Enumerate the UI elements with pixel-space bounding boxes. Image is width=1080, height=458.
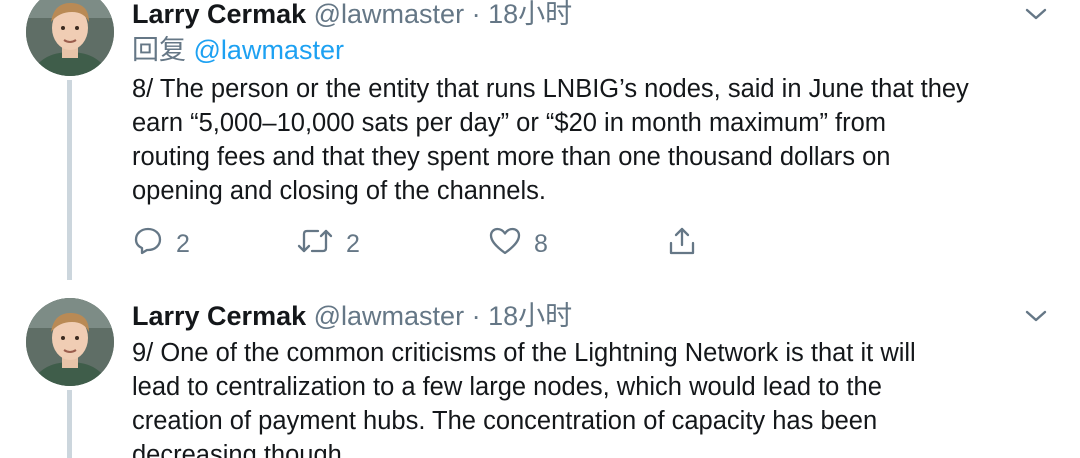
- tweet-text: 9/ One of the common criticisms of the L…: [132, 339, 916, 458]
- tweet-timestamp[interactable]: 18小时: [488, 301, 572, 331]
- author-name[interactable]: Larry Cermak: [132, 0, 306, 29]
- author-name[interactable]: Larry Cermak: [132, 301, 306, 331]
- thread-line: [67, 80, 72, 280]
- author-handle[interactable]: @lawmaster: [314, 301, 464, 331]
- tweet-text: 8/ The person or the entity that runs LN…: [132, 75, 969, 205]
- separator-dot: ·: [471, 301, 481, 331]
- author-handle[interactable]: @lawmaster: [314, 0, 464, 29]
- retweet-arrows-icon: [296, 225, 334, 264]
- chevron-down-icon[interactable]: [1022, 4, 1050, 24]
- tweet-actions: 2 2 8: [132, 224, 832, 264]
- replying-to: 回复 @lawmaster: [132, 32, 344, 68]
- reply-to-link[interactable]: @lawmaster: [194, 35, 344, 65]
- avatar[interactable]: [26, 0, 114, 76]
- separator-dot: ·: [471, 0, 481, 29]
- share-button[interactable]: [666, 224, 698, 264]
- reply-count: 2: [176, 229, 190, 258]
- chevron-down-icon[interactable]: [1022, 306, 1050, 326]
- tweet-timestamp[interactable]: 18小时: [488, 0, 572, 29]
- share-upload-icon: [666, 225, 698, 264]
- tweet-header: Larry Cermak @lawmaster · 18小时: [132, 298, 572, 334]
- reply-prefix: 回复: [132, 35, 186, 65]
- retweet-button[interactable]: 2: [296, 224, 360, 264]
- timeline: Larry Cermak @lawmaster · 18小时 回复 @lawma…: [0, 0, 1080, 458]
- thread-line: [67, 390, 72, 458]
- like-button[interactable]: 8: [488, 224, 548, 264]
- speech-bubble-icon: [132, 225, 164, 264]
- retweet-count: 2: [346, 229, 360, 258]
- avatar[interactable]: [26, 298, 114, 386]
- tweet-header: Larry Cermak @lawmaster · 18小时: [132, 0, 572, 32]
- heart-outline-icon: [488, 225, 522, 264]
- reply-button[interactable]: 2: [132, 224, 190, 264]
- like-count: 8: [534, 229, 548, 258]
